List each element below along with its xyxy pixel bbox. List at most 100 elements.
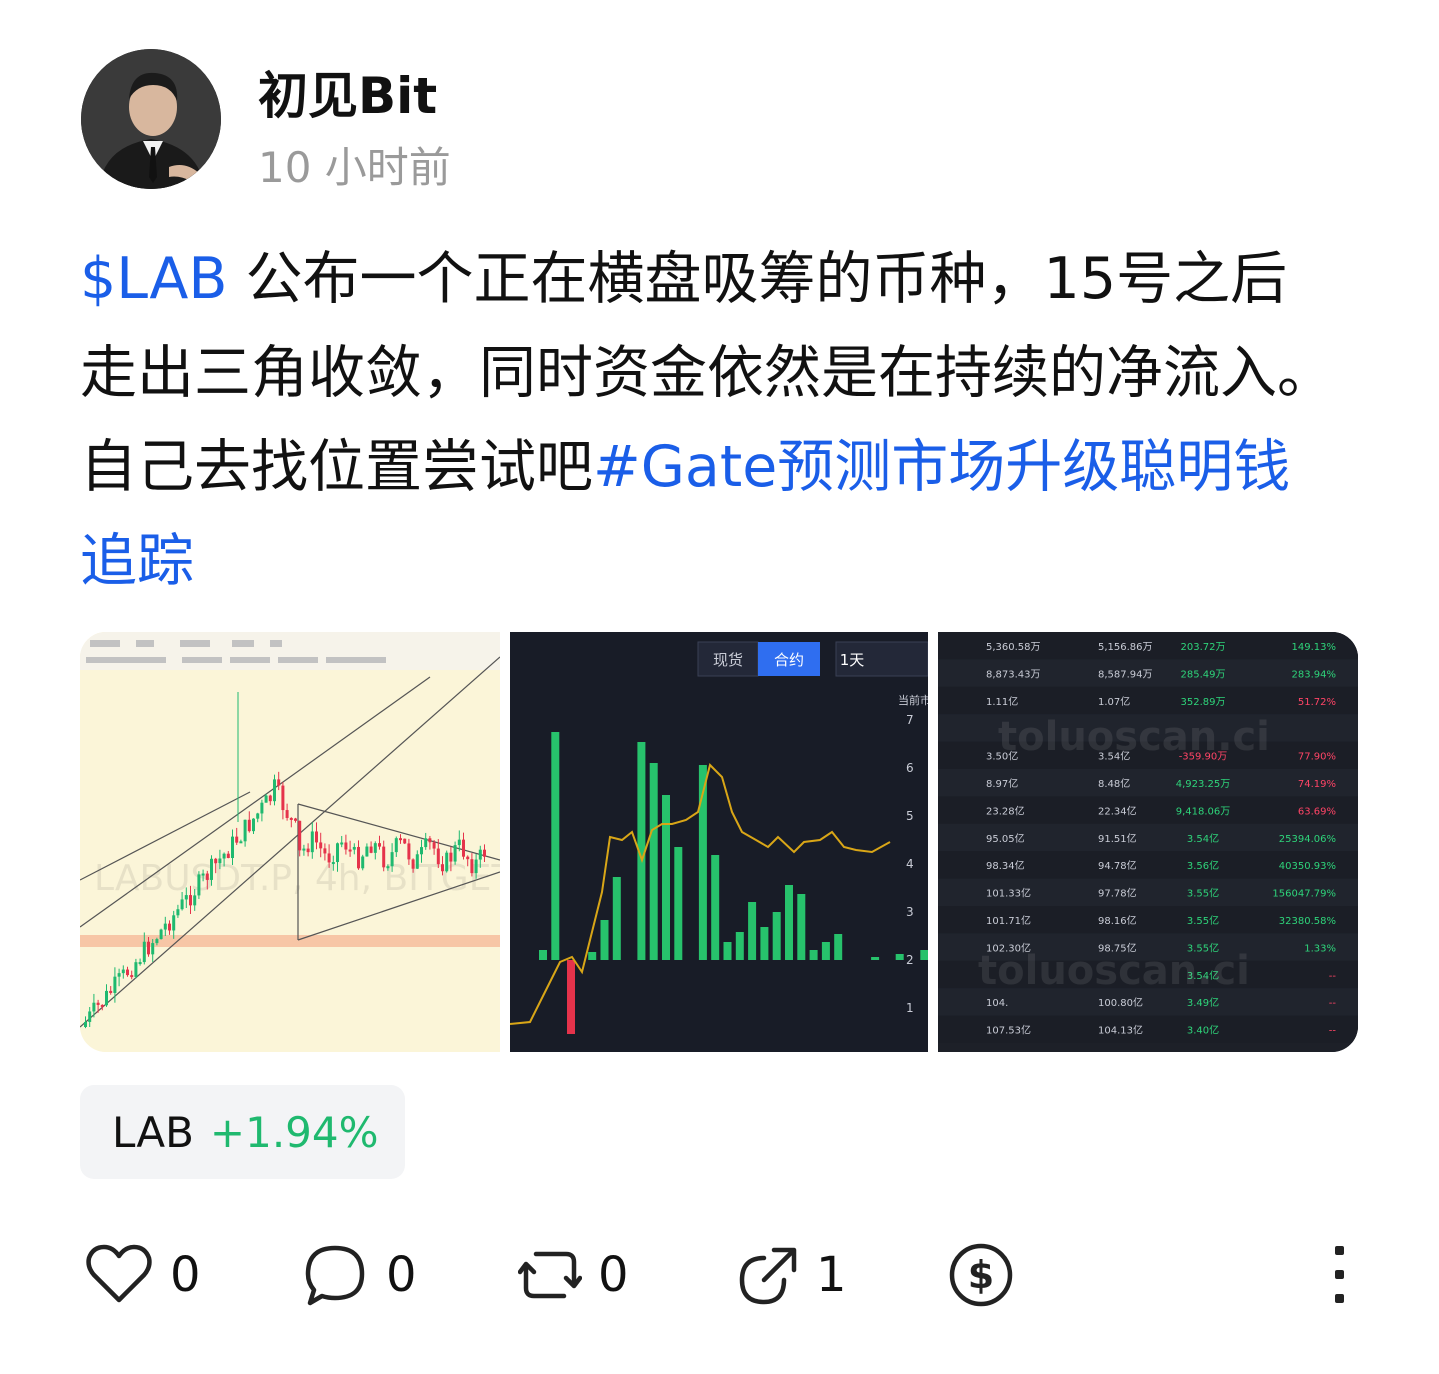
- ticker-change: +1.94%: [209, 1107, 379, 1157]
- post-time: 10 小时前: [258, 143, 451, 192]
- table-cell: 104.: [986, 998, 1008, 1009]
- candle-body: [462, 839, 465, 857]
- candle-body: [340, 842, 344, 845]
- svg-text:toluoscan.ci: toluoscan.ci: [998, 714, 1270, 760]
- candle-body: [138, 962, 142, 965]
- candle-body: [281, 785, 285, 811]
- like-count: 0: [170, 1247, 201, 1303]
- candle-body: [222, 853, 226, 859]
- bar-inflow: [551, 732, 560, 960]
- svg-text:toluoscan.ci: toluoscan.ci: [978, 948, 1250, 994]
- y-tick: 6: [906, 761, 914, 775]
- candle-body: [117, 973, 121, 977]
- tab-futures: 合约: [774, 651, 804, 669]
- candle-body: [109, 990, 113, 993]
- more-button[interactable]: [1320, 1235, 1360, 1315]
- post-body: $LAB 公布一个正在横盘吸筹的币种，15号之后走出三角收敛，同时资金依然是在持…: [80, 232, 1340, 608]
- table-cell: 4,923.25万: [1176, 779, 1231, 790]
- candle-body: [298, 820, 302, 851]
- table-cell: 22.34亿: [1098, 804, 1137, 817]
- candle-body: [130, 975, 134, 978]
- candle-body: [449, 852, 453, 862]
- candle-body: [256, 813, 260, 819]
- candle-body: [382, 846, 386, 868]
- candle-body: [193, 895, 197, 906]
- table-cell: 100.80亿: [1098, 996, 1143, 1009]
- candle-body: [432, 842, 436, 849]
- ticker-chip[interactable]: LAB +1.94%: [80, 1085, 405, 1179]
- table-cell: 1.11亿: [986, 695, 1018, 708]
- table-cell: 98.34亿: [986, 859, 1025, 872]
- bar-inflow: [760, 927, 769, 960]
- candle-body: [105, 990, 108, 1006]
- bar-inflow: [723, 942, 732, 960]
- candle-body: [147, 941, 150, 955]
- candle-body: [407, 843, 411, 860]
- table-cell: 283.94%: [1292, 669, 1337, 680]
- y-tick: 3: [906, 905, 914, 919]
- candle-body: [361, 856, 365, 869]
- axis-title: 当前市: [898, 693, 928, 707]
- table-cell: 3.40亿: [1187, 1024, 1219, 1037]
- bar-inflow: [748, 902, 757, 960]
- candle-body: [441, 864, 444, 872]
- share-button[interactable]: 1: [734, 1235, 847, 1315]
- candle-body: [445, 852, 449, 872]
- table-cell: 149.13%: [1292, 642, 1337, 653]
- bar-inflow: [809, 950, 818, 960]
- repost-button[interactable]: 0: [518, 1235, 629, 1315]
- bar-inflow: [895, 954, 904, 960]
- candle-body: [113, 976, 117, 993]
- y-tick: 5: [906, 809, 914, 823]
- table-cell: 77.90%: [1298, 752, 1336, 763]
- table-cell: 156047.79%: [1272, 889, 1336, 900]
- bar-inflow: [735, 932, 744, 960]
- candle-body: [306, 848, 310, 853]
- candle-body: [243, 819, 247, 842]
- y-tick: 7: [906, 713, 914, 727]
- candle-body: [453, 845, 457, 862]
- candle-body: [327, 853, 331, 863]
- candle-body: [336, 843, 339, 863]
- cashtag-link[interactable]: $LAB: [80, 246, 227, 312]
- table-cell: 1.07亿: [1098, 695, 1130, 708]
- table-cell: 101.33亿: [986, 887, 1031, 900]
- table-cell: 40350.93%: [1279, 861, 1336, 872]
- author-name[interactable]: 初见Bit: [258, 56, 437, 128]
- candle-body: [214, 858, 218, 864]
- candle-body: [344, 842, 348, 850]
- candle-body: [268, 795, 272, 802]
- image-price-chart[interactable]: LABUSDT.P, 4h, BITGET: [80, 632, 500, 1052]
- image-flow-chart[interactable]: 现货 合约 1天 当前市 7 6 5 4 3 2 1: [510, 632, 928, 1052]
- candle-body: [403, 838, 407, 844]
- table-cell: 97.78亿: [1098, 887, 1137, 900]
- candle-body: [168, 923, 171, 931]
- bar-inflow: [662, 795, 670, 960]
- candle-body: [260, 802, 264, 814]
- comment-button[interactable]: 0: [300, 1235, 417, 1315]
- candle-body: [226, 853, 230, 859]
- candle-body: [235, 836, 239, 843]
- candle-body: [315, 831, 318, 843]
- table-cell: 98.16亿: [1098, 914, 1137, 927]
- table-cell: 25394.06%: [1279, 834, 1336, 845]
- table-cell: 1.33%: [1304, 943, 1336, 954]
- table-cell: 5,360.58万: [986, 642, 1041, 653]
- candle-body: [331, 862, 335, 865]
- action-bar: 0 0 0 1 $: [0, 1235, 1439, 1315]
- heart-icon: [86, 1244, 152, 1303]
- like-button[interactable]: 0: [84, 1235, 201, 1315]
- candle-body: [483, 849, 486, 857]
- tip-button[interactable]: $: [946, 1235, 1016, 1315]
- bar-inflow: [920, 950, 928, 960]
- image-flow-table[interactable]: 5,360.58万 5,156.86万 203.72万 149.13% 8,873.43…: [938, 632, 1358, 1052]
- candle-body: [285, 810, 289, 818]
- bar-inflow: [871, 957, 880, 960]
- candle-body: [365, 846, 369, 857]
- candle-body: [369, 846, 373, 853]
- author-avatar[interactable]: [81, 49, 221, 189]
- svg-text:$: $: [968, 1253, 994, 1297]
- candle-body: [189, 895, 192, 906]
- candle-body: [96, 1002, 100, 1005]
- bar-inflow: [588, 952, 597, 960]
